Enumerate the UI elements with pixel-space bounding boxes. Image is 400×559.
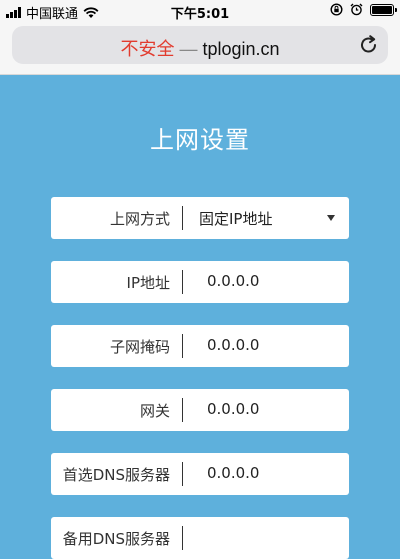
status-bar: 中国联通 下午5:01 bbox=[0, 0, 400, 22]
field-label-connection-type: 上网方式 bbox=[109, 210, 170, 228]
field-label-ip-address: IP地址 bbox=[126, 274, 170, 292]
url-separator: — bbox=[179, 39, 198, 59]
ip-address-value: 0.0.0.0 bbox=[207, 272, 260, 290]
field-divider bbox=[182, 398, 183, 422]
orientation-lock-icon bbox=[330, 3, 343, 16]
alarm-icon bbox=[350, 3, 363, 16]
field-label-subnet-mask: 子网掩码 bbox=[109, 338, 170, 356]
connection-type-select[interactable]: 上网方式 固定IP地址 bbox=[51, 197, 349, 239]
primary-dns-value: 0.0.0.0 bbox=[207, 464, 260, 482]
url-host: tplogin.cn bbox=[202, 39, 280, 59]
security-warning: 不安全 bbox=[120, 39, 175, 59]
secondary-dns-field[interactable]: 备用DNS服务器 bbox=[51, 517, 349, 559]
gateway-value: 0.0.0.0 bbox=[207, 400, 260, 418]
field-divider bbox=[182, 462, 183, 486]
browser-address-area: 不安全 — tplogin.cn bbox=[0, 22, 400, 75]
ip-address-field[interactable]: IP地址 0.0.0.0 bbox=[51, 261, 349, 303]
page-title: 上网设置 bbox=[150, 126, 250, 154]
field-label-secondary-dns: 备用DNS服务器 bbox=[62, 530, 170, 548]
connection-type-value: 固定IP地址 bbox=[199, 210, 273, 228]
reload-icon[interactable] bbox=[358, 34, 380, 56]
field-divider bbox=[182, 270, 183, 294]
address-bar[interactable]: 不安全 — tplogin.cn bbox=[12, 26, 388, 64]
dropdown-caret-icon bbox=[327, 215, 335, 221]
field-label-primary-dns: 首选DNS服务器 bbox=[62, 466, 170, 484]
battery-icon bbox=[370, 3, 397, 16]
url-text[interactable]: 不安全 — tplogin.cn bbox=[12, 35, 388, 61]
primary-dns-field[interactable]: 首选DNS服务器 0.0.0.0 bbox=[51, 453, 349, 495]
subnet-mask-field[interactable]: 子网掩码 0.0.0.0 bbox=[51, 325, 349, 367]
field-divider bbox=[182, 334, 183, 358]
gateway-field[interactable]: 网关 0.0.0.0 bbox=[51, 389, 349, 431]
field-divider bbox=[182, 206, 183, 230]
field-label-gateway: 网关 bbox=[139, 402, 170, 420]
field-divider bbox=[182, 526, 183, 550]
subnet-mask-value: 0.0.0.0 bbox=[207, 336, 260, 354]
status-right bbox=[330, 3, 397, 16]
